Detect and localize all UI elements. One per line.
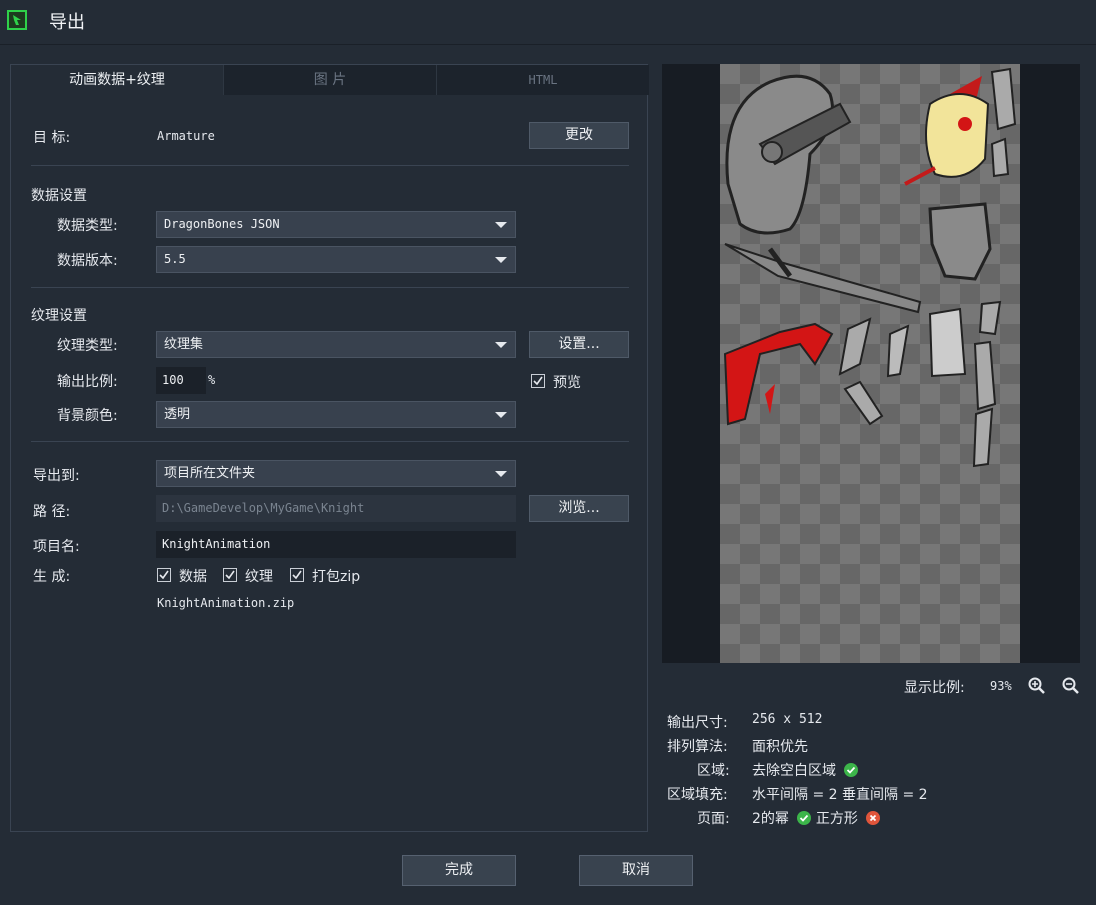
preview-checkbox-label: 预览	[553, 375, 581, 391]
data-version-select[interactable]: 5.5	[156, 246, 516, 273]
project-name-input[interactable]: KnightAnimation	[156, 531, 516, 558]
atlas-canvas	[720, 64, 1020, 663]
target-value: Armature	[157, 129, 215, 143]
zoom-in-icon[interactable]	[1028, 677, 1046, 695]
chevron-down-icon	[495, 342, 507, 348]
generate-data-label: 数据	[179, 569, 207, 585]
region-label: 区域:	[697, 763, 730, 779]
region-value-row: 去除空白区域	[752, 760, 859, 780]
chevron-down-icon	[495, 471, 507, 477]
data-version-label: 数据版本:	[57, 253, 118, 269]
export-destination-select[interactable]: 项目所在文件夹	[156, 460, 516, 487]
texture-type-select[interactable]: 纹理集	[156, 331, 516, 358]
tab-animation-texture[interactable]: 动画数据+纹理	[11, 65, 223, 95]
output-size-label: 输出尺寸:	[667, 715, 728, 731]
generate-zip-checkbox[interactable]	[290, 568, 304, 582]
app-logo-icon	[7, 10, 27, 30]
zoom-value: 93%	[990, 679, 1012, 693]
tab-bar: 动画数据+纹理 图 片 HTML	[11, 65, 649, 95]
title-bar: 导出	[0, 0, 1096, 45]
packing-algorithm-label: 排列算法:	[667, 739, 728, 755]
export-destination-label: 导出到:	[33, 468, 80, 484]
texture-type-value: 纹理集	[164, 337, 204, 352]
divider	[31, 441, 629, 442]
output-file-name: KnightAnimation.zip	[157, 596, 295, 610]
preview-checkbox[interactable]	[531, 374, 545, 388]
zoom-out-icon[interactable]	[1062, 677, 1080, 695]
browse-button[interactable]: 浏览...	[529, 495, 629, 522]
texture-type-label: 纹理类型:	[57, 338, 118, 354]
region-padding-label: 区域填充:	[667, 787, 728, 803]
background-color-label: 背景颜色:	[57, 408, 118, 424]
generate-label: 生 成:	[33, 569, 71, 585]
generate-texture-checkbox[interactable]	[223, 568, 237, 582]
output-scale-unit: %	[208, 373, 216, 387]
chevron-down-icon	[495, 257, 507, 263]
data-type-value: DragonBones JSON	[164, 217, 280, 231]
background-color-select[interactable]: 透明	[156, 401, 516, 428]
check-icon	[844, 763, 859, 777]
knight-texture-atlas-image	[723, 67, 1017, 468]
path-label: 路 径:	[33, 504, 71, 520]
output-scale-input[interactable]: 100	[156, 367, 206, 394]
project-name-label: 项目名:	[33, 539, 80, 555]
target-label: 目 标:	[33, 130, 71, 146]
background-color-value: 透明	[164, 407, 191, 422]
output-scale-label: 输出比例:	[57, 374, 118, 390]
packing-algorithm-value: 面积优先	[752, 739, 808, 755]
export-destination-value: 项目所在文件夹	[164, 466, 256, 481]
page-square: 正方形	[815, 811, 858, 827]
error-icon	[866, 811, 881, 825]
zoom-label: 显示比例:	[904, 680, 965, 696]
cancel-button[interactable]: 取消	[579, 855, 693, 886]
generate-texture-label: 纹理	[245, 569, 273, 585]
export-settings-panel: 动画数据+纹理 图 片 HTML 目 标: Armature 更改 数据设置 数…	[10, 64, 649, 832]
data-settings-header: 数据设置	[31, 188, 87, 204]
window-title: 导出	[49, 12, 85, 33]
divider	[31, 287, 629, 288]
page-label: 页面:	[697, 811, 730, 827]
data-type-select[interactable]: DragonBones JSON	[156, 211, 516, 238]
divider	[31, 165, 629, 166]
chevron-down-icon	[495, 222, 507, 228]
region-padding-value: 水平间隔 = 2 垂直间隔 = 2	[752, 787, 928, 803]
generate-zip-label: 打包zip	[312, 569, 361, 585]
texture-settings-header: 纹理设置	[31, 308, 87, 324]
check-icon	[797, 811, 812, 825]
tab-image[interactable]: 图 片	[223, 65, 436, 95]
change-target-button[interactable]: 更改	[529, 122, 629, 149]
output-size-value: 256 x 512	[752, 712, 823, 727]
data-version-value: 5.5	[164, 252, 186, 266]
texture-settings-button[interactable]: 设置...	[529, 331, 629, 358]
page-power-of-two: 2的幂	[752, 811, 789, 827]
chevron-down-icon	[495, 412, 507, 418]
page-value-row: 2的幂 正方形	[752, 808, 881, 828]
data-type-label: 数据类型:	[57, 218, 118, 234]
finish-button[interactable]: 完成	[402, 855, 516, 886]
tab-html[interactable]: HTML	[436, 65, 649, 95]
path-input[interactable]: D:\GameDevelop\MyGame\Knight	[156, 495, 516, 522]
generate-data-checkbox[interactable]	[157, 568, 171, 582]
texture-atlas-preview[interactable]	[662, 64, 1080, 663]
region-value: 去除空白区域	[752, 763, 836, 779]
